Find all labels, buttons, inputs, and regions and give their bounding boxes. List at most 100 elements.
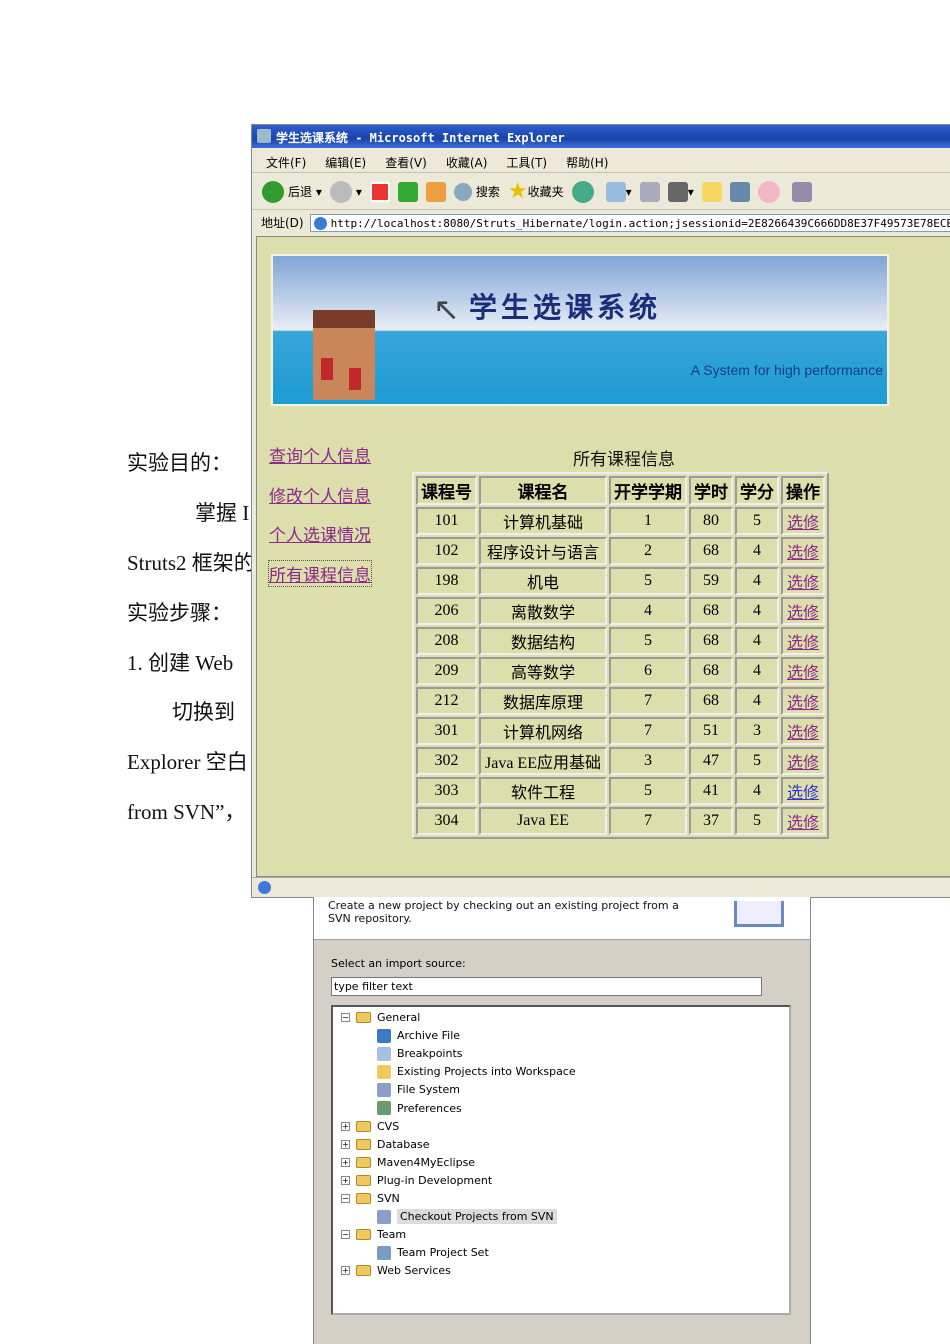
page-icon [313,217,327,230]
tree-item[interactable]: − General [341,1009,420,1026]
expand-icon[interactable]: + [341,1157,350,1167]
tree-item[interactable]: Existing Projects into Workspace [377,1063,576,1080]
edit-button[interactable]: ▾ [667,181,694,202]
printer-icon [639,181,660,202]
address-bar: 地址(D) http://localhost:8080/Struts_Hiber… [252,211,950,235]
table-cell: 7 [609,717,687,745]
filter-input[interactable]: type filter text [331,977,762,996]
menu-file[interactable]: 文件(F) [266,154,306,172]
mail-button[interactable]: ▾ [605,181,632,202]
collapse-icon[interactable]: − [341,1230,350,1240]
back-button[interactable]: 后退 ▾ [262,180,322,203]
enroll-link[interactable]: 选修 [781,687,825,715]
enroll-link[interactable]: 选修 [781,627,825,655]
tree-item[interactable]: + CVS [341,1118,399,1135]
enroll-link[interactable]: 选修 [781,717,825,745]
enroll-link[interactable]: 选修 [781,597,825,625]
menu-tools[interactable]: 工具(T) [506,154,547,172]
stop-button[interactable] [369,181,390,202]
enroll-link[interactable]: 选修 [781,507,825,535]
tree-item[interactable]: + Maven4MyEclipse [341,1154,475,1171]
favorites-button[interactable]: ★ 收藏夹 [508,179,564,204]
table-cell: 59 [689,567,733,595]
refresh-button[interactable] [397,181,418,202]
house-image [313,310,375,400]
import-source-tree[interactable]: − General Archive File Breakpoints Existing … [331,1005,791,1315]
tree-item-label: Archive File [397,1029,461,1043]
tree-item[interactable]: Preferences [377,1100,462,1117]
nav-edit-info[interactable]: 修改个人信息 [269,482,371,507]
tree-item[interactable]: Breakpoints [377,1045,463,1062]
history-button[interactable] [571,180,598,203]
wizard-icon [377,1028,391,1043]
nav-my-courses[interactable]: 个人选课情况 [269,521,371,546]
pig-button[interactable] [757,180,784,203]
table-cell: 208 [416,627,477,655]
enroll-link[interactable]: 选修 [781,807,825,835]
table-cell: 68 [689,597,733,625]
tree-item[interactable]: Archive File [377,1027,460,1044]
research-button[interactable] [791,181,812,202]
table-cell: 计算机网络 [479,717,607,745]
enroll-link[interactable]: 选修 [781,537,825,565]
table-cell: 6 [609,657,687,685]
enroll-link[interactable]: 选修 [781,567,825,595]
print-button[interactable] [639,181,660,202]
tree-item[interactable]: + Web Services [341,1262,451,1279]
menu-edit[interactable]: 编辑(E) [325,154,366,172]
table-row: 101 计算机基础 1 80 5 选修 [416,507,825,535]
tree-item-label: Existing Projects into Workspace [397,1065,576,1079]
tree-item[interactable]: Checkout Projects from SVN [377,1208,557,1225]
nav-all-courses[interactable]: 所有课程信息 [268,560,372,587]
home-button[interactable] [425,181,446,202]
table-cell: 高等数学 [479,657,607,685]
search-button[interactable]: 搜索 [453,182,500,201]
table-cell: 4 [735,627,779,655]
tree-item-label: Checkout Projects from SVN [397,1209,557,1225]
expand-icon[interactable]: + [341,1266,350,1276]
messenger-button[interactable] [729,181,750,202]
forward-button[interactable]: ▾ [329,180,362,203]
address-input[interactable]: http://localhost:8080/Struts_Hibernate/l… [309,214,950,232]
table-cell: 68 [689,657,733,685]
ie-browser-window: 学生选课系统 - Microsoft Internet Explorer 文件(… [251,124,950,898]
tree-item[interactable]: − SVN [341,1190,400,1207]
notes-button[interactable] [701,181,722,202]
table-cell: 5 [609,777,687,805]
tree-item[interactable]: + Plug-in Development [341,1172,492,1189]
tree-item-label: Database [377,1137,430,1151]
folder-icon [356,1120,371,1132]
tree-item[interactable]: File System [377,1081,460,1098]
table-cell: 41 [689,777,733,805]
wizard-icon [377,1101,391,1115]
nav-query-info[interactable]: 查询个人信息 [269,442,371,467]
star-icon: ★ [507,179,528,204]
collapse-icon[interactable]: − [341,1194,350,1203]
table-cell: 4 [735,567,779,595]
enroll-link[interactable]: 选修 [781,747,825,775]
table-cell: 计算机基础 [479,507,607,535]
dialog-description: Create a new project by checking out an … [328,899,679,925]
wizard-icon [377,1046,391,1061]
enroll-link[interactable]: 选修 [781,657,825,685]
tree-item[interactable]: Team Project Set [377,1244,489,1261]
tree-item[interactable]: − Team [341,1226,406,1243]
menu-view[interactable]: 查看(V) [385,154,427,172]
expand-icon[interactable]: + [341,1121,350,1131]
tree-item[interactable]: + Database [341,1136,430,1153]
menu-help[interactable]: 帮助(H) [566,154,608,172]
tree-item-label: Team [377,1228,407,1242]
page-status-icon [258,881,271,894]
banner-title: 学生选课系统 [469,291,662,324]
table-cell: 5 [609,627,687,655]
enroll-link[interactable]: 选修 [781,777,825,805]
back-arrow-icon [262,180,284,203]
table-cell: 数据库原理 [479,687,607,715]
import-wizard-icon [734,901,784,927]
expand-icon[interactable]: + [341,1175,350,1185]
expand-icon[interactable]: + [341,1139,350,1149]
column-header: 操作 [781,476,825,505]
menu-favorites[interactable]: 收藏(A) [446,154,488,172]
tree-item-label: CVS [377,1119,400,1133]
collapse-icon[interactable]: − [341,1013,350,1022]
